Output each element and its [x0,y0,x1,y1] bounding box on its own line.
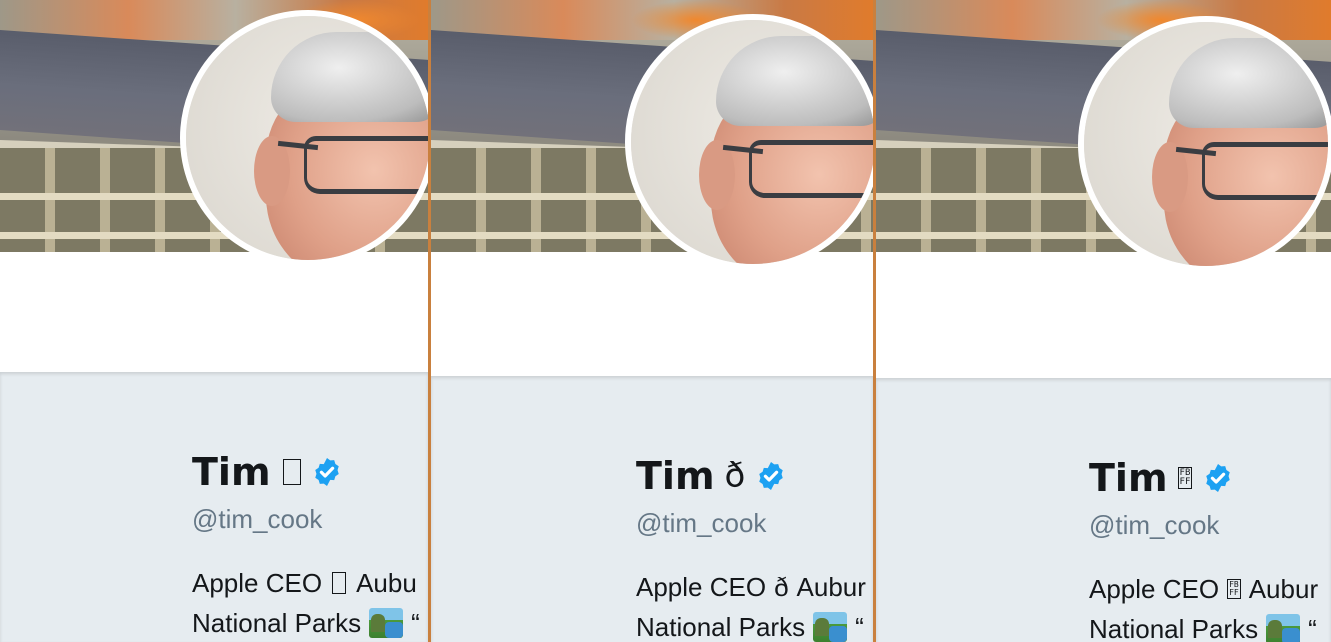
avatar[interactable] [625,14,873,270]
profile-name-row: Tim ð [636,454,787,498]
display-name: Tim [636,454,715,498]
profile-bio: Apple CEO ð Aubur National Parks “ [636,567,866,642]
avatar[interactable] [1078,16,1331,272]
bio-text: Apple CEO [1089,574,1220,604]
header-spacer [0,252,428,372]
screen-name-handle[interactable]: @tim_cook [1089,510,1219,541]
hex-glyph-bottom: FF [1229,588,1239,597]
profile-info-area [0,372,428,642]
bio-text: “ [855,612,864,642]
verified-badge-icon [759,462,784,490]
profile-bio: Apple CEO FB FF Aubur National Parks “ [1089,569,1318,642]
profile-header-banner[interactable] [0,0,428,252]
screen-name-handle[interactable]: @tim_cook [636,508,766,539]
profile-name-row: Tim FB FF [1089,456,1234,500]
bio-text: “ [1308,614,1317,642]
avatar-layer-2: Tim ð @tim_cook Apple CEO ð Aubur Nation… [431,0,873,642]
bio-text: Apple CEO [636,572,767,602]
hex-glyph-bottom: FF [1179,477,1191,487]
unrendered-hex-glyph: FB FF [1227,579,1241,599]
unrendered-hex-glyph: FB FF [1177,467,1193,489]
verified-badge-icon [1206,464,1231,492]
national-park-emoji-icon [813,612,848,642]
profile-panel-1 [0,0,428,642]
mojibake-glyph: ð [774,572,789,602]
bio-text: National Parks [636,612,806,642]
bio-text: Aubur [796,572,866,602]
display-name: Tim [1089,456,1168,500]
mojibake-glyph: ð [724,456,746,496]
national-park-emoji-icon [1266,614,1301,642]
bio-text: National Parks [1089,614,1259,642]
bio-text: Aubur [1248,574,1319,604]
avatar-layer-3: Tim FB FF @tim_cook Apple CEO FB FF Aubu… [876,0,1331,642]
